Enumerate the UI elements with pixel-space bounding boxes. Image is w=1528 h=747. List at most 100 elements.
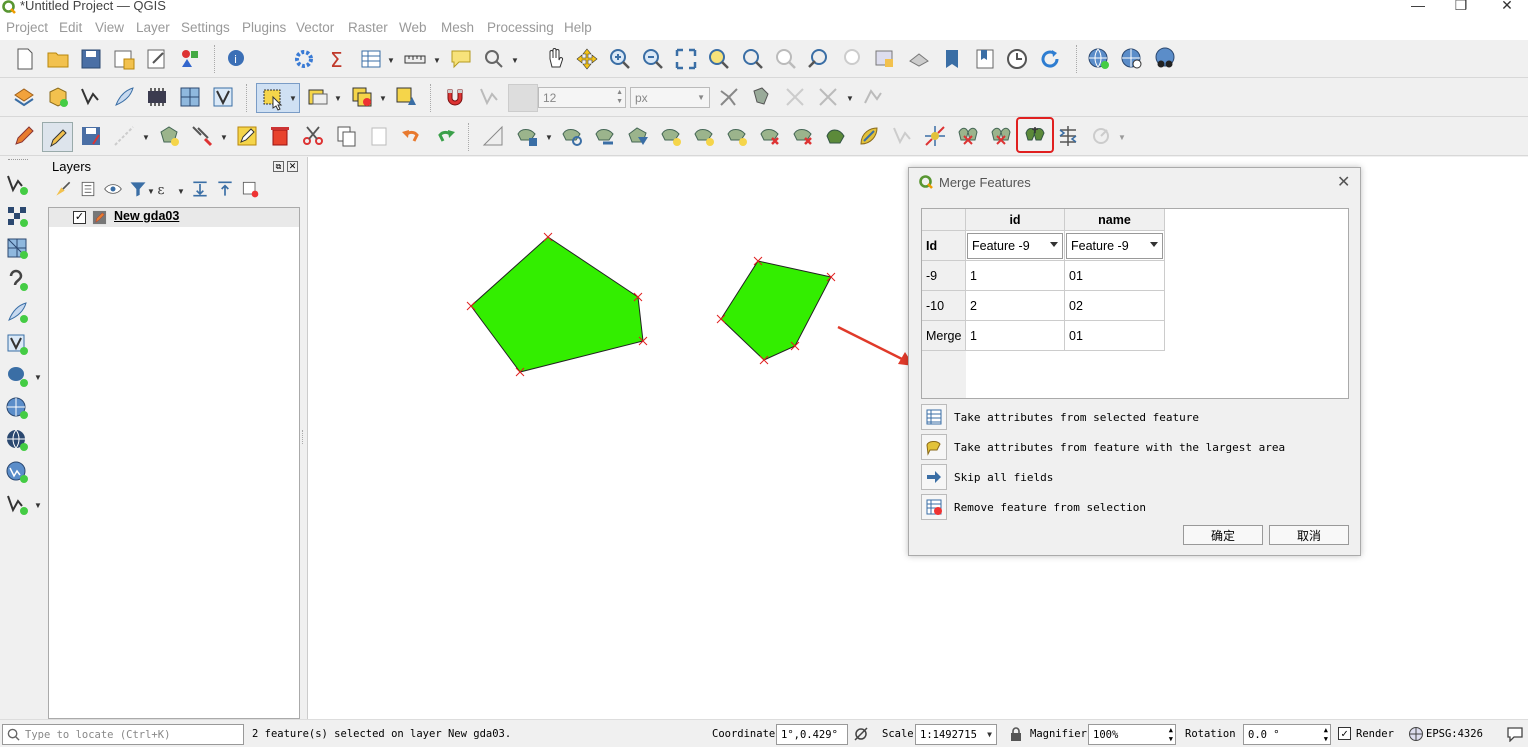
split-features-icon[interactable] <box>922 123 948 149</box>
add-raster-layer-icon[interactable] <box>4 203 30 229</box>
lock-scale-icon[interactable] <box>1009 726 1023 742</box>
deselect-features-icon[interactable] <box>349 84 375 110</box>
ok-button[interactable]: 确定 <box>1183 525 1263 545</box>
menu-edit[interactable]: Edit <box>59 20 82 38</box>
menu-view[interactable]: View <box>95 20 124 38</box>
chevron-down-icon[interactable]: ▼ <box>846 94 854 103</box>
map-tips-icon[interactable] <box>448 46 474 72</box>
spin-arrows-icon[interactable]: ▲ ▼ <box>1324 726 1328 744</box>
select-location-icon[interactable] <box>393 84 419 110</box>
temporal-clock-icon[interactable] <box>1004 46 1030 72</box>
spin-arrows-icon[interactable]: ▲ ▼ <box>1169 726 1173 744</box>
scale-field[interactable]: 1:1492715 ▼ <box>915 724 997 745</box>
delete-part-icon[interactable] <box>757 123 783 149</box>
simplify-feature-icon[interactable] <box>592 123 618 149</box>
menu-vector[interactable]: Vector <box>296 20 334 38</box>
chevron-down-icon[interactable]: ▼ <box>545 133 553 142</box>
self-snapping-icon[interactable] <box>782 84 808 110</box>
layer-visibility-checkbox[interactable]: ✓ <box>73 211 86 224</box>
row-header[interactable]: -9 <box>922 261 966 291</box>
zoom-to-selection-icon[interactable] <box>706 46 732 72</box>
select-features-button[interactable]: ▼ <box>256 83 300 113</box>
name-merge-combo[interactable]: Feature -9 <box>1066 233 1163 259</box>
chevron-down-icon[interactable]: ▼ <box>34 501 42 510</box>
snapping-tolerance-input[interactable]: 12 ▲ ▼ <box>538 87 626 108</box>
pan-hand-icon[interactable] <box>542 46 568 72</box>
zoom-native-icon[interactable] <box>773 46 799 72</box>
refresh-icon[interactable] <box>1037 46 1063 72</box>
add-vector-layer-icon[interactable] <box>4 171 30 197</box>
temporary-layer-icon[interactable] <box>144 84 170 110</box>
new-virtual-layer-icon[interactable] <box>210 84 236 110</box>
chevron-down-icon[interactable]: ▼ <box>220 133 228 142</box>
menu-web[interactable]: Web <box>399 20 427 38</box>
crs-globe-icon[interactable] <box>1408 726 1424 742</box>
rotate-point-symbols-icon[interactable] <box>1088 123 1114 149</box>
expand-all-icon[interactable] <box>190 179 210 199</box>
rotate-feature-icon[interactable] <box>559 123 585 149</box>
add-spatialite-icon[interactable] <box>4 299 30 325</box>
manage-visibility-eye-icon[interactable] <box>103 179 123 199</box>
close-dialog-button[interactable]: ✕ <box>1337 172 1350 192</box>
collapse-all-icon[interactable] <box>215 179 235 199</box>
add-polygon-icon[interactable] <box>156 123 182 149</box>
cut-scissors-icon[interactable] <box>300 123 326 149</box>
reshape-features-icon[interactable] <box>790 123 816 149</box>
filter-expression-icon[interactable]: ε <box>155 179 175 199</box>
metasearch-search-icon[interactable] <box>1119 46 1145 72</box>
menu-project[interactable]: Project <box>6 20 48 38</box>
offset-icon[interactable] <box>823 123 849 149</box>
open-layer-styling-icon[interactable] <box>53 179 73 199</box>
chevron-down-icon[interactable]: ▼ <box>147 187 155 196</box>
undo-icon[interactable] <box>399 123 425 149</box>
remove-layer-icon[interactable] <box>240 179 260 199</box>
save-project-icon[interactable] <box>78 46 104 72</box>
add-wfs-layer-icon[interactable] <box>4 427 30 453</box>
column-header-name[interactable]: name <box>1065 209 1165 231</box>
rotation-field[interactable]: 0.0 ° ▲ ▼ <box>1243 724 1331 745</box>
processing-gear-icon[interactable] <box>291 46 317 72</box>
row-header[interactable]: -10 <box>922 291 966 321</box>
plugin-glasses-icon[interactable] <box>1152 46 1178 72</box>
digitize-feather-icon[interactable] <box>111 84 137 110</box>
select-by-value-icon[interactable] <box>305 84 331 110</box>
new-project-icon[interactable] <box>12 46 38 72</box>
splitter-handle[interactable] <box>302 430 304 444</box>
statistics-sigma-icon[interactable]: Σ <box>325 46 351 72</box>
snapping-magnet-icon[interactable] <box>442 84 468 110</box>
table-cell[interactable]: 01 <box>1065 321 1165 351</box>
new-shapefile-layer-icon[interactable] <box>4 491 30 517</box>
column-header-id[interactable]: id <box>966 209 1065 231</box>
style-manager-icon[interactable] <box>177 46 203 72</box>
chevron-down-icon[interactable]: ▼ <box>334 94 342 103</box>
chevron-down-icon[interactable]: ▼ <box>1118 133 1126 142</box>
chevron-down-icon[interactable]: ▼ <box>34 373 42 382</box>
restore-button[interactable]: ❐ <box>1446 0 1476 15</box>
add-ring-icon[interactable] <box>625 123 651 149</box>
show-bookmarks-icon[interactable] <box>972 46 998 72</box>
filter-legend-icon[interactable] <box>128 179 148 199</box>
close-window-button[interactable]: ✕ <box>1492 0 1522 15</box>
menu-help[interactable]: Help <box>564 20 592 38</box>
add-mesh-layer-icon[interactable] <box>4 235 30 261</box>
snapping-unit-select[interactable]: px ▼ <box>630 87 710 108</box>
advanced-digitizing-icon[interactable] <box>480 123 506 149</box>
menu-raster[interactable]: Raster <box>348 20 388 38</box>
data-source-manager-icon[interactable] <box>11 84 37 110</box>
remove-feature-button[interactable] <box>921 494 947 520</box>
paste-features-icon[interactable] <box>366 123 392 149</box>
table-cell[interactable]: 01 <box>1065 261 1165 291</box>
cancel-button[interactable]: 取消 <box>1269 525 1349 545</box>
zoom-in-icon[interactable] <box>607 46 633 72</box>
add-wms-layer-icon[interactable] <box>4 395 30 421</box>
skip-fields-button[interactable] <box>921 464 947 490</box>
zoom-next-icon[interactable] <box>839 46 865 72</box>
row-header[interactable]: Merge <box>922 321 966 351</box>
fill-ring-icon[interactable] <box>691 123 717 149</box>
chevron-down-icon[interactable]: ▼ <box>511 56 519 65</box>
add-postgis-icon[interactable] <box>4 363 30 389</box>
add-part-icon[interactable] <box>658 123 684 149</box>
attribute-table-icon[interactable] <box>358 46 384 72</box>
locator-search-input[interactable]: Type to locate (Ctrl+K) <box>2 724 244 745</box>
modify-attributes-icon[interactable] <box>234 123 260 149</box>
